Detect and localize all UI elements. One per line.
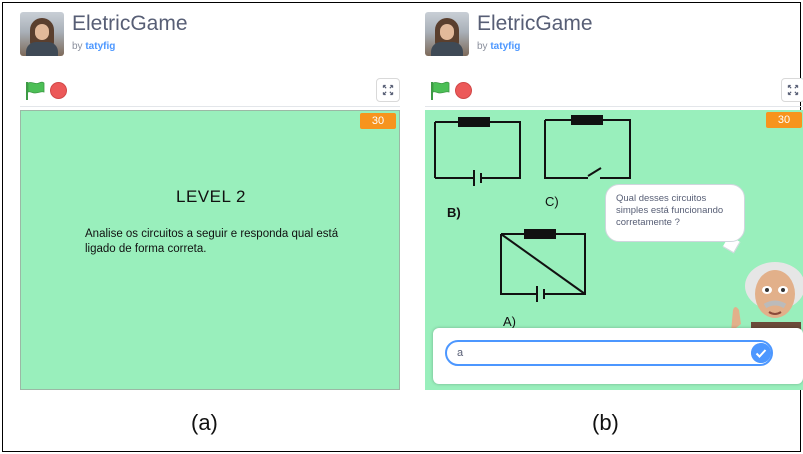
fullscreen-icon[interactable] [781, 78, 803, 102]
scratch-player-b: EletricGame by tatyfig 30 B) C) A) Qual … [425, 8, 803, 390]
project-title[interactable]: EletricGame [477, 12, 593, 36]
einstein-character[interactable] [717, 246, 803, 334]
project-header: EletricGame by tatyfig [425, 8, 803, 68]
project-byline: by tatyfig [477, 41, 520, 52]
circuit-label-c: C) [545, 194, 559, 209]
stop-icon[interactable] [50, 82, 67, 99]
fullscreen-icon[interactable] [376, 78, 400, 102]
author-avatar[interactable] [20, 12, 64, 56]
circuit-label-b: B) [447, 205, 461, 220]
divider [425, 106, 803, 107]
green-flag-icon[interactable] [24, 81, 46, 101]
circuit-label-a: A) [503, 314, 516, 329]
green-flag-icon[interactable] [429, 81, 451, 101]
circuit-b [434, 117, 521, 186]
speech-bubble: Qual desses circuitos simples está funci… [605, 184, 745, 242]
timer-counter: 30 [360, 113, 396, 129]
scratch-player-a: EletricGame by tatyfig 30 LEVEL 2 Analis… [20, 8, 400, 390]
project-byline: by tatyfig [72, 41, 115, 52]
level-title: LEVEL 2 [176, 187, 246, 206]
divider [20, 106, 400, 107]
answer-input[interactable]: a [445, 340, 773, 366]
author-link[interactable]: tatyfig [490, 41, 520, 52]
project-title[interactable]: EletricGame [72, 12, 188, 36]
project-header: EletricGame by tatyfig [20, 8, 400, 68]
player-controls [20, 78, 400, 104]
stage[interactable]: 30 B) C) A) Qual desses circuitos simple… [425, 110, 803, 390]
stop-icon[interactable] [455, 82, 472, 99]
author-avatar[interactable] [425, 12, 469, 56]
answer-prompt: a [433, 328, 803, 384]
check-icon[interactable] [751, 343, 771, 363]
instructions-text: Analise os circuitos a seguir e responda… [85, 228, 339, 255]
stage[interactable]: 30 LEVEL 2 Analise os circuitos a seguir… [20, 110, 400, 390]
caption-a: (a) [191, 410, 218, 435]
caption-b: (b) [592, 410, 619, 435]
author-link[interactable]: tatyfig [85, 41, 115, 52]
circuit-a [500, 229, 586, 302]
by-label: by [477, 41, 488, 52]
circuit-c [544, 115, 631, 179]
player-controls [425, 78, 803, 104]
by-label: by [72, 41, 83, 52]
